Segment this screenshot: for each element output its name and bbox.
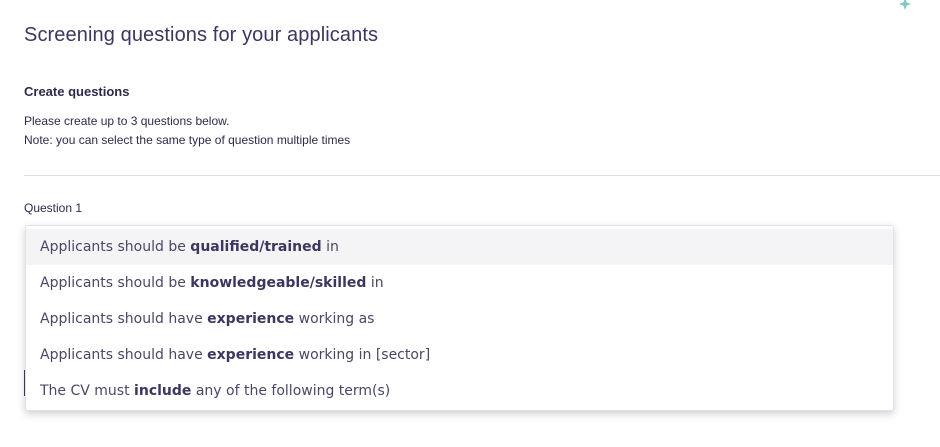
option-keyword: include [134,383,192,399]
option-text: Applicants should be [40,239,191,255]
option-text: Applicants should be [40,275,191,291]
create-questions-heading: Create questions [24,84,130,99]
option-text: in [321,239,339,255]
instructions: Please create up to 3 questions below. N… [24,112,350,150]
question-1-label: Question 1 [24,201,83,215]
sparkle-icon [899,0,911,10]
option-text: working in [sector] [294,347,431,363]
option-text: any of the following term(s) [191,383,391,399]
divider [24,175,940,176]
page-title: Screening questions for your applicants [24,24,379,46]
option-keyword: experience [207,347,295,363]
instruction-line-2: Note: you can select the same type of qu… [24,133,351,147]
question-type-dropdown-menu: Applicants should be qualified/trained i… [25,225,894,411]
option-keyword: qualified/trained [190,239,322,255]
screening-questions-page: Screening questions for your applicants … [0,0,940,447]
dropdown-option[interactable]: Applicants should have experience workin… [26,301,893,337]
option-text: working as [294,311,375,327]
option-keyword: knowledgeable/skilled [190,275,367,291]
option-text: Applicants should have [40,347,208,363]
instruction-line-1: Please create up to 3 questions below. [24,114,230,128]
option-text: Applicants should have [40,311,208,327]
dropdown-option[interactable]: Applicants should be qualified/trained i… [26,229,893,265]
dropdown-option[interactable]: Applicants should be knowledgeable/skill… [26,265,893,301]
option-keyword: experience [207,311,295,327]
dropdown-option[interactable]: The CV must include any of the following… [26,373,893,409]
option-text: The CV must [40,383,135,399]
option-text: in [366,275,384,291]
dropdown-option[interactable]: Applicants should have experience workin… [26,337,893,373]
